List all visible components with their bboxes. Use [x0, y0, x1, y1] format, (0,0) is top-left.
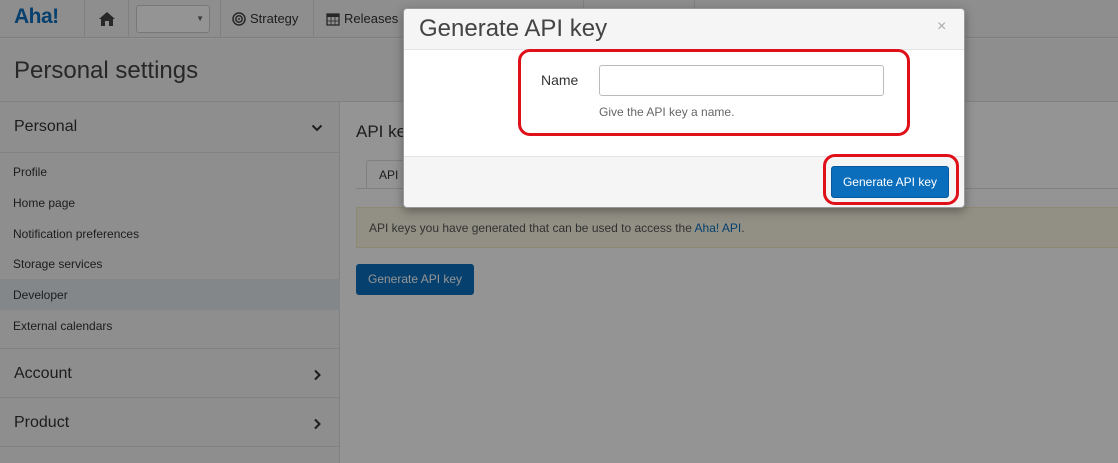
- name-help-text: Give the API key a name.: [599, 105, 735, 119]
- close-icon[interactable]: ×: [937, 18, 946, 36]
- modal-header: Generate API key ×: [404, 9, 964, 50]
- modal-footer: Generate API key: [404, 156, 964, 207]
- modal-title: Generate API key: [419, 15, 608, 42]
- name-label: Name: [541, 72, 579, 88]
- api-key-name-input[interactable]: [599, 65, 884, 96]
- generate-api-key-dialog: Generate API key × Name Give the API key…: [403, 8, 965, 208]
- modal-generate-api-key-button[interactable]: Generate API key: [831, 166, 949, 198]
